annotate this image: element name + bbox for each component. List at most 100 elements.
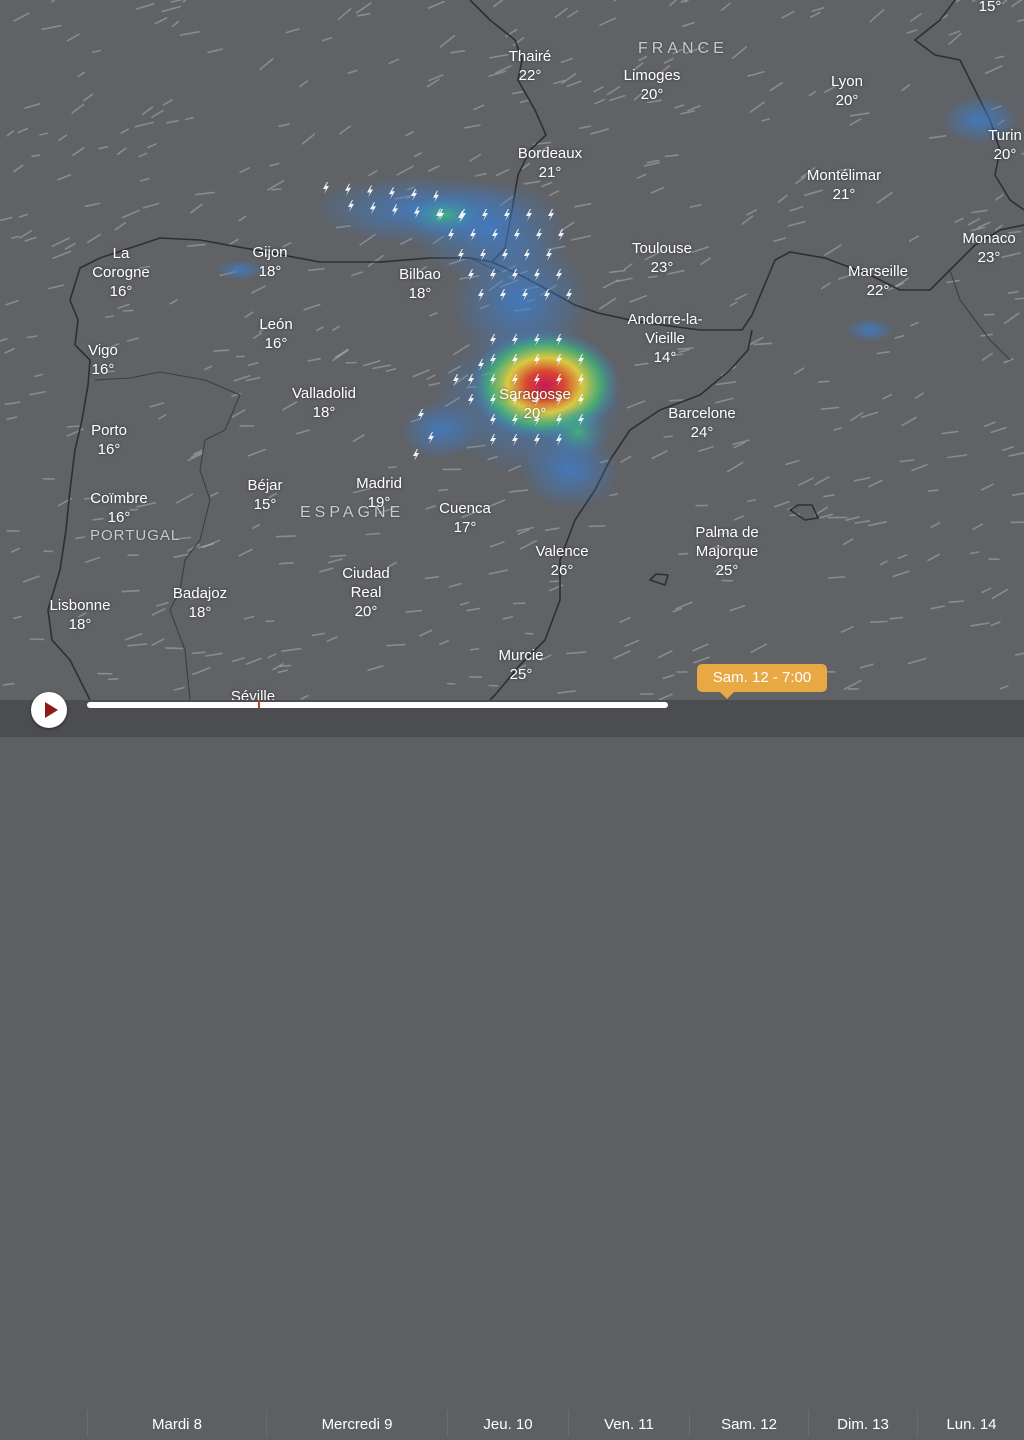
city-turin[interactable]: Turin20° (988, 126, 1022, 164)
city-saragosse[interactable]: Saragosse20° (499, 385, 571, 423)
wind-streak (683, 23, 694, 27)
city-bilbao[interactable]: Bilbao18° (399, 265, 441, 303)
wind-streak (121, 129, 128, 133)
wind-streak (72, 105, 83, 114)
wind-streak (955, 219, 963, 223)
wind-streak (750, 102, 764, 112)
wind-streak (902, 85, 910, 91)
current-time-tooltip[interactable]: Sam. 12 - 7:00 (697, 664, 827, 692)
city-la-corogne[interactable]: La Corogne16° (86, 244, 156, 301)
wind-streak (406, 132, 413, 135)
city-bejar[interactable]: Béjar15° (247, 476, 282, 514)
city-lyon[interactable]: Lyon20° (831, 72, 863, 110)
city-valence[interactable]: Valence26° (535, 542, 588, 580)
city-marseille[interactable]: Marseille22° (848, 262, 908, 300)
city-badajoz[interactable]: Badajoz18° (173, 584, 227, 622)
city-montelimar[interactable]: Montélimar21° (807, 166, 881, 204)
timeline-day-samedi[interactable]: Sam. 12 (689, 1410, 808, 1437)
wind-streak (782, 11, 794, 18)
wind-streak (239, 549, 252, 555)
wind-streak (660, 694, 672, 699)
city-ciudad-real[interactable]: Ciudad Real20° (331, 564, 401, 621)
city-madrid[interactable]: Madrid19° (356, 474, 402, 512)
wind-streak (14, 617, 21, 619)
wind-streak (252, 286, 265, 293)
city-cuenca[interactable]: Cuenca17° (439, 499, 491, 537)
wind-streak (12, 549, 20, 553)
wind-streak (610, 96, 625, 101)
city-murcie[interactable]: Murcie25° (498, 646, 543, 684)
wind-streak (313, 634, 325, 636)
wind-streak (25, 104, 40, 108)
timeline-day-mardi[interactable]: Mardi 8 (87, 1410, 266, 1437)
timeline-day-dimanche[interactable]: Dim. 13 (808, 1410, 917, 1437)
wind-streak (53, 251, 71, 258)
wind-streak (208, 49, 222, 52)
wind-streak (171, 0, 189, 2)
city-thaire[interactable]: Thairé22° (509, 47, 552, 85)
timeline-day-jeudi[interactable]: Jeu. 10 (447, 1410, 568, 1437)
wind-streak (546, 528, 559, 530)
wind-streak (942, 432, 957, 434)
play-button[interactable] (31, 692, 67, 728)
wind-streak (427, 375, 435, 379)
city-monaco[interactable]: Monaco23° (962, 229, 1015, 267)
wind-streak (675, 105, 684, 108)
wind-streak (869, 522, 887, 526)
city-valladolid[interactable]: Valladolid18° (292, 384, 356, 422)
wind-streak (824, 495, 834, 497)
city-vigo[interactable]: Vigo16° (88, 341, 118, 379)
city-limoges[interactable]: Limoges20° (624, 66, 681, 104)
city-palma[interactable]: Palma de Majorque25° (682, 523, 772, 580)
timeline-day-vendredi[interactable]: Ven. 11 (568, 1410, 689, 1437)
wind-streak (233, 410, 245, 417)
wind-streak (12, 236, 19, 238)
weather-map[interactable]: FRANCE ESPAGNE PORTUGAL Thairé22° Limoge… (0, 0, 1024, 737)
wind-streak (693, 644, 708, 650)
city-bordeaux[interactable]: Bordeaux21° (518, 144, 582, 182)
wind-streak (141, 179, 149, 181)
city-toulouse[interactable]: Toulouse23° (632, 239, 692, 277)
wind-streak (368, 666, 383, 670)
wind-streak (32, 155, 39, 156)
wind-streak (474, 105, 484, 109)
wind-streak (164, 100, 173, 105)
wind-streak (562, 59, 573, 63)
city-lisbonne[interactable]: Lisbonne18° (50, 596, 111, 634)
wind-streak (196, 192, 214, 194)
wind-streak (167, 121, 178, 123)
timeline-day-mercredi[interactable]: Mercredi 9 (266, 1410, 447, 1437)
city-leon[interactable]: León16° (259, 315, 292, 353)
city-andorre[interactable]: Andorre-la- Vieille14° (615, 310, 715, 367)
city-porto[interactable]: Porto16° (91, 421, 127, 459)
wind-streak (670, 400, 684, 401)
wind-streak (86, 557, 100, 562)
wind-streak (973, 524, 982, 529)
wind-streak (688, 106, 700, 111)
wind-streak (993, 590, 1008, 599)
city-gijon[interactable]: Gijon18° (252, 243, 287, 281)
wind-streak (353, 435, 364, 441)
wind-streak (637, 175, 645, 179)
city-coimbre[interactable]: Coïmbre16° (90, 489, 148, 527)
wind-streak (902, 418, 916, 426)
wind-streak (186, 118, 194, 120)
wind-streak (790, 207, 802, 211)
wind-streak (449, 584, 461, 587)
wind-streak (303, 134, 315, 144)
wind-streak (617, 278, 632, 281)
wind-streak (175, 688, 185, 690)
timeline-day-lundi[interactable]: Lun. 14 (917, 1410, 1024, 1437)
city-temp-top-right[interactable]: 15° (979, 0, 1002, 16)
wind-streak (701, 258, 710, 264)
wind-streak (193, 652, 205, 653)
country-label-france: FRANCE (638, 40, 728, 58)
wind-streak (850, 119, 861, 125)
wind-streak (663, 675, 674, 678)
timeline-progress[interactable] (87, 702, 668, 708)
wind-streak (278, 670, 287, 672)
city-barcelone[interactable]: Barcelone24° (668, 404, 736, 442)
wind-streak (1009, 453, 1024, 456)
wind-streak (506, 30, 517, 37)
wind-streak (916, 393, 924, 398)
